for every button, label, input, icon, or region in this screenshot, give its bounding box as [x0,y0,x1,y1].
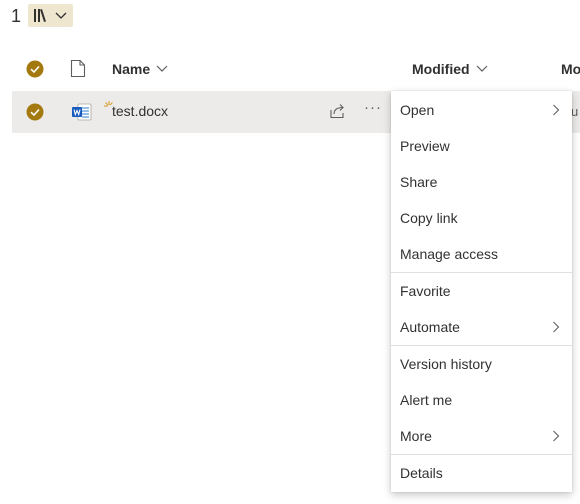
modified-column-header[interactable]: Modified [412,61,488,77]
menu-item-open[interactable]: Open [391,93,572,127]
chevron-down-icon [55,12,67,19]
check-circle-icon [26,60,44,78]
document-library-view: 1 Name Modified Mo test.docx ··· u Open … [0,0,580,504]
modified-by-cell: u [571,104,579,119]
menu-item-label: Open [400,102,435,118]
name-column-header[interactable]: Name [112,61,168,77]
file-type-icon [70,59,86,78]
name-column-label: Name [112,61,151,77]
context-menu: Open Preview Share Copy link Manage acce… [391,91,572,492]
library-view-button[interactable] [28,4,73,27]
menu-item-label: Details [400,465,443,481]
chevron-down-icon [156,65,168,72]
menu-item-more[interactable]: More [391,419,572,453]
menu-item-label: Copy link [400,210,458,226]
more-actions-button[interactable]: ··· [364,99,382,116]
chevron-right-icon [553,430,560,442]
chevron-right-icon [553,104,560,116]
share-button[interactable] [328,103,346,124]
select-all-checkbox[interactable] [26,60,44,83]
menu-item-label: Alert me [400,392,453,408]
menu-item-label: Share [400,174,438,190]
menu-item-copy-link[interactable]: Copy link [391,201,572,235]
menu-divider [391,345,572,346]
menu-item-preview[interactable]: Preview [391,129,572,163]
menu-item-favorite[interactable]: Favorite [391,274,572,308]
menu-item-automate[interactable]: Automate [391,310,572,344]
check-circle-icon [26,103,44,121]
chevron-right-icon [553,321,560,333]
menu-item-label: Manage access [400,246,499,262]
modified-by-column-header[interactable]: Mo [561,61,580,77]
word-doc-icon [72,103,92,126]
menu-divider [391,454,572,455]
modified-column-label: Modified [412,61,470,77]
row-select-checkbox[interactable] [26,103,44,126]
menu-item-details[interactable]: Details [391,456,572,490]
menu-item-alert-me[interactable]: Alert me [391,383,572,417]
library-icon [34,9,46,22]
menu-item-version-history[interactable]: Version history [391,347,572,381]
menu-item-label: Version history [400,356,492,372]
menu-item-share[interactable]: Share [391,165,572,199]
share-icon [330,104,344,119]
chevron-down-icon [476,65,487,72]
menu-divider [391,272,572,273]
menu-item-label: Automate [400,319,460,335]
menu-item-label: Favorite [400,283,451,299]
menu-item-label: Preview [400,138,450,154]
file-type-column-header[interactable] [70,59,86,83]
menu-item-manage-access[interactable]: Manage access [391,237,572,271]
breadcrumb-count: 1 [11,6,22,26]
menu-item-label: More [400,428,432,444]
file-name-link[interactable]: test.docx [112,103,168,119]
